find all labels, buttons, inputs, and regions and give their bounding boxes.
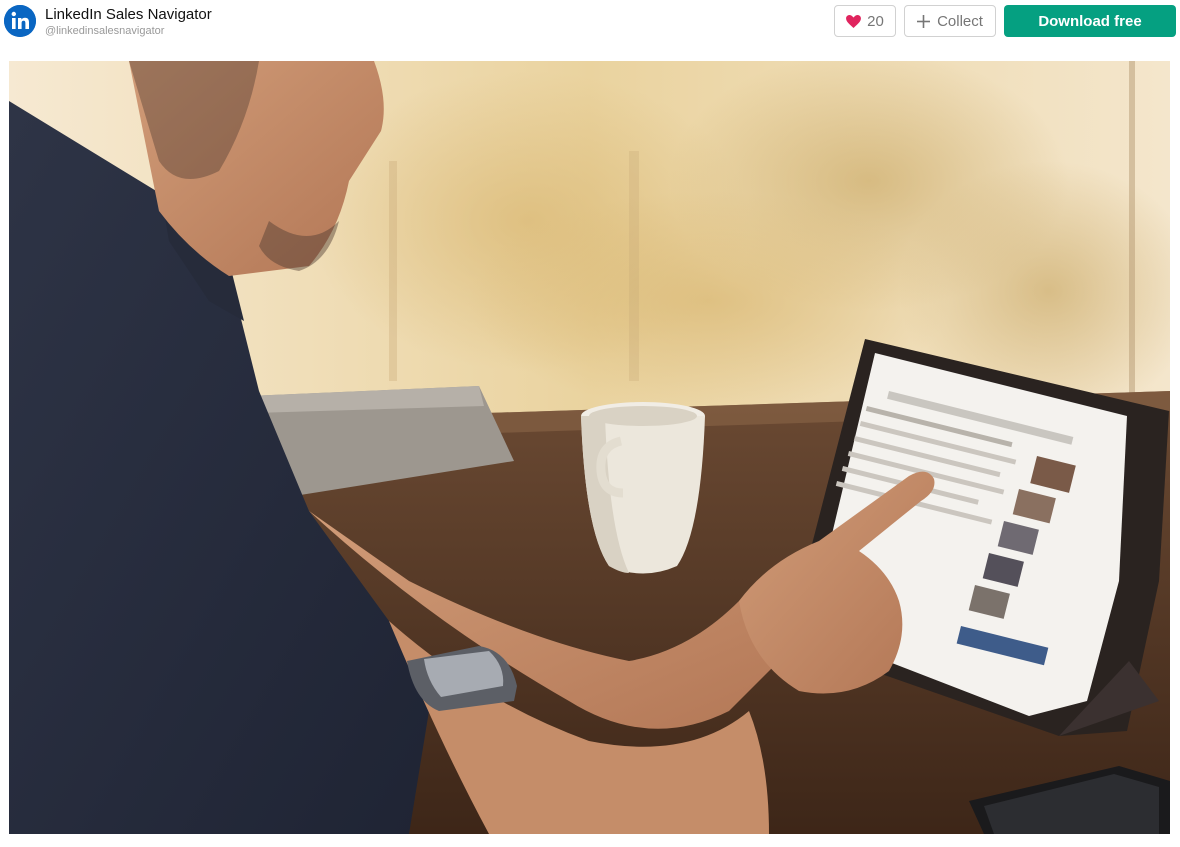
like-button[interactable]: 20 xyxy=(834,5,896,37)
photo-illustration xyxy=(9,61,1170,834)
author-name[interactable]: LinkedIn Sales Navigator xyxy=(45,6,212,23)
linkedin-logo-icon xyxy=(4,5,36,37)
main-photo[interactable] xyxy=(9,61,1170,834)
author-handle[interactable]: @linkedinsalesnavigator xyxy=(45,25,164,37)
author-avatar[interactable] xyxy=(4,5,36,37)
heart-icon xyxy=(846,14,862,28)
like-count: 20 xyxy=(867,12,884,30)
download-label: Download free xyxy=(1038,12,1142,30)
collect-button[interactable]: Collect xyxy=(904,5,996,37)
collect-label: Collect xyxy=(937,12,983,30)
plus-icon xyxy=(917,14,931,28)
download-button[interactable]: Download free xyxy=(1004,5,1176,37)
photo-header: LinkedIn Sales Navigator @linkedinsalesn… xyxy=(0,0,1180,44)
